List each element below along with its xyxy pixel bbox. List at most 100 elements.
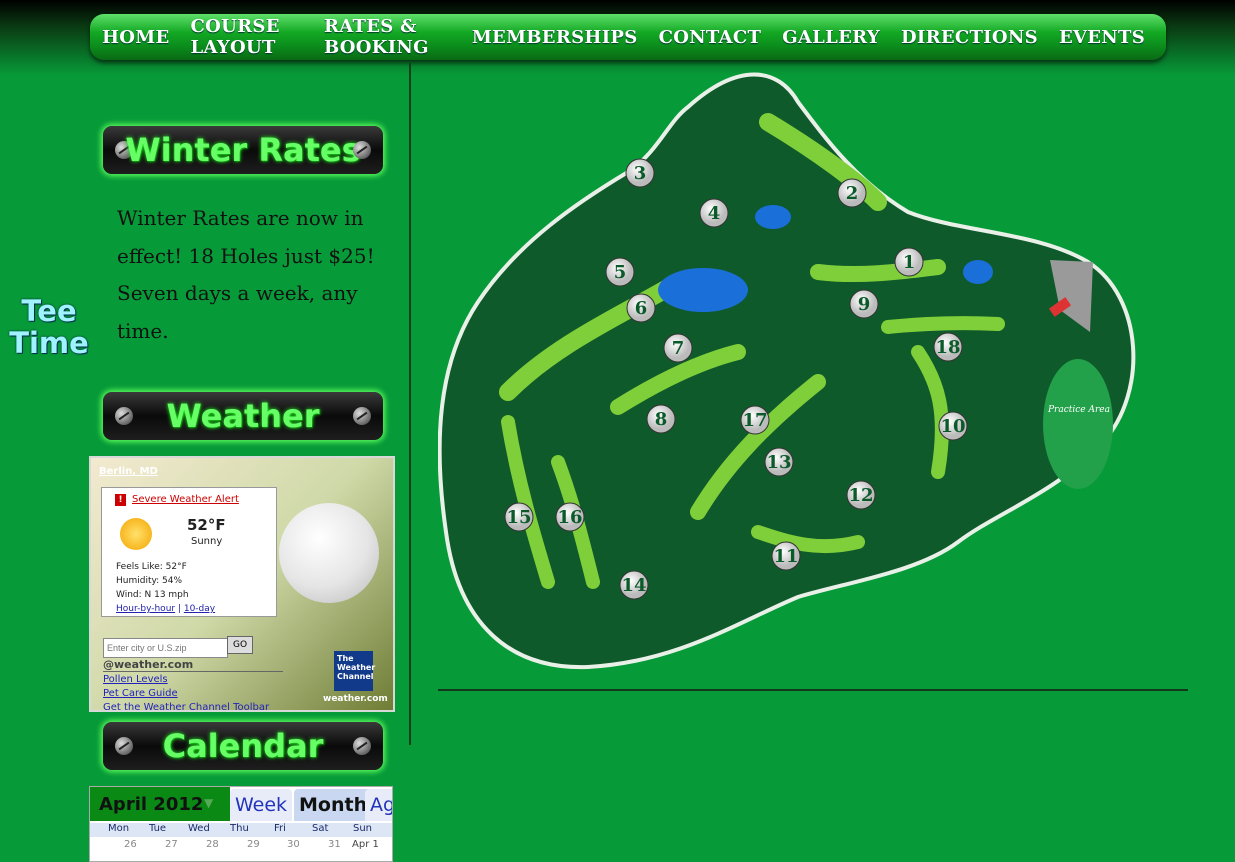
date-cell[interactable]: 27 [165,839,178,850]
hole-number: 16 [557,507,582,528]
hole-4-marker[interactable]: 4 [699,198,729,228]
weekday: Wed [188,823,210,834]
hole-number: 11 [773,546,798,567]
calendar-month: April 2012 [99,794,204,815]
hole-number: 10 [940,416,965,437]
nav-directions[interactable]: DIRECTIONS [901,27,1038,48]
screw-icon [353,141,371,159]
screw-icon [353,407,371,425]
hole-number: 5 [614,262,627,283]
weather-title: Weather [166,397,320,435]
hole-8-marker[interactable]: 8 [646,404,676,434]
winter-rates-title: Winter Rates [125,131,361,169]
date-cell[interactable]: 26 [124,839,137,850]
hole-5-marker[interactable]: 5 [605,257,635,287]
winter-rates-text: Winter Rates are now in effect! 18 Holes… [117,206,375,343]
sidebar-divider [409,63,411,745]
go-button[interactable]: GO [227,636,253,654]
hole-number: 2 [846,183,859,204]
weekday: Tue [149,823,167,834]
hole-14-marker[interactable]: 14 [619,570,649,600]
weather-search-input[interactable] [103,638,228,658]
hole-13-marker[interactable]: 13 [764,447,794,477]
hour-by-hour-link[interactable]: Hour-by-hour [116,604,175,614]
pet-care-guide-link[interactable]: Pet Care Guide [103,687,269,701]
temperature: 52°F [187,516,226,534]
tab-month[interactable]: Month [294,789,373,821]
content-divider [438,689,1188,691]
wind: Wind: N 13 mph [116,590,189,600]
weather-location[interactable]: Berlin, MD [99,466,158,477]
calendar-widget: April 2012 ▼ Week Month Ag Mon Tue Wed T… [89,786,393,862]
practice-area-label: Practice Area [1047,405,1110,415]
sun-icon [120,518,152,550]
hole-number: 18 [935,337,960,358]
hole-10-marker[interactable]: 10 [938,411,968,441]
alert-icon: ! [115,494,126,506]
hole-7-marker[interactable]: 7 [663,333,693,363]
pollen-levels-link[interactable]: Pollen Levels [103,673,269,687]
hole-number: 7 [672,338,685,359]
hole-number: 3 [634,163,647,184]
fairway [881,316,1005,334]
nav-rates-booking[interactable]: RATES & BOOKING [324,16,451,58]
tab-week[interactable]: Week [230,789,293,821]
pond [658,268,748,312]
date-cell[interactable]: 29 [247,839,260,850]
hole-number: 1 [903,252,916,273]
hole-9-marker[interactable]: 9 [849,289,879,319]
hole-2-marker[interactable]: 2 [837,178,867,208]
hole-number: 6 [635,298,648,319]
tee-time-logo[interactable]: Tee Time [4,295,94,359]
date-cell[interactable]: 31 [328,839,341,850]
weekday-row: Mon Tue Wed Thu Fri Sat Sun [90,823,392,837]
nav-events[interactable]: EVENTS [1059,27,1145,48]
hole-number: 4 [708,203,721,224]
weather-widget: Berlin, MD ! Severe Weather Alert 52°F S… [89,456,395,712]
nav-contact[interactable]: CONTACT [659,27,762,48]
hole-11-marker[interactable]: 11 [771,541,801,571]
weekday: Sat [312,823,329,834]
hole-18-marker[interactable]: 18 [933,332,963,362]
chevron-down-icon[interactable]: ▼ [204,796,213,810]
golf-ball-image [279,503,379,603]
hole-16-marker[interactable]: 16 [555,502,585,532]
forecast-links: Hour-by-hour | 10-day [116,604,216,614]
hole-number: 13 [766,452,791,473]
hole-number: 9 [858,294,871,315]
weather-channel-logo[interactable]: The Weather Channel [334,651,375,691]
date-cell[interactable]: 28 [206,839,219,850]
hole-15-marker[interactable]: 15 [504,502,534,532]
hole-1-marker[interactable]: 1 [894,247,924,277]
toolbar-link[interactable]: Get the Weather Channel Toolbar [103,701,269,710]
weather-url[interactable]: weather.com [323,694,388,704]
weather-details: Feels Like: 52°F Humidity: 54% Wind: N 1… [116,560,189,602]
hole-6-marker[interactable]: 6 [626,293,656,323]
screw-icon [353,737,371,755]
weather-more-links: Pollen Levels Pet Care Guide Get the Wea… [103,673,269,710]
nav-memberships[interactable]: MEMBERSHIPS [472,27,638,48]
ten-day-link[interactable]: 10-day [184,604,215,614]
weather-brand: @weather.com [103,658,194,671]
weekday: Thu [230,823,249,834]
divider [103,671,283,672]
calendar-month-selector[interactable]: April 2012 ▼ [90,787,230,821]
hole-number: 17 [742,410,767,431]
hole-3-marker[interactable]: 3 [625,158,655,188]
main-nav: HOME COURSE LAYOUT RATES & BOOKING MEMBE… [90,14,1166,60]
severe-weather-alert-link[interactable]: Severe Weather Alert [132,494,239,505]
tab-agenda[interactable]: Ag [365,789,392,821]
hole-number: 8 [655,409,668,430]
nav-gallery[interactable]: GALLERY [782,27,880,48]
date-cell[interactable]: 30 [287,839,300,850]
humidity: Humidity: 54% [116,576,183,586]
weekday: Sun [353,823,373,834]
nav-course-layout[interactable]: COURSE LAYOUT [191,16,303,58]
hole-number: 14 [621,575,646,596]
nav-home[interactable]: HOME [102,27,170,48]
calendar-header: Calendar [103,722,383,770]
hole-number: 15 [506,507,531,528]
hole-12-marker[interactable]: 12 [846,480,876,510]
date-cell[interactable]: Apr 1 [352,839,379,850]
hole-17-marker[interactable]: 17 [740,405,770,435]
